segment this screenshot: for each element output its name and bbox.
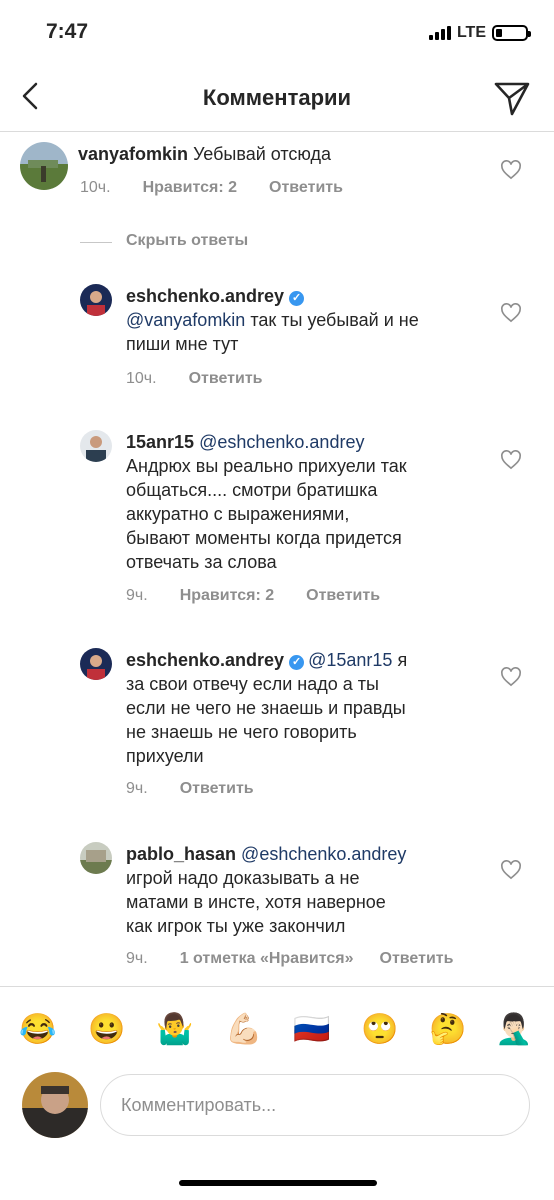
emoji-joy-button[interactable]: 😂 [18,1010,58,1050]
comment-time: 9ч. [126,950,148,967]
comment-body: так ты уебывай и не [250,310,419,330]
comment-body: не знаешь не чего говорить [126,722,357,742]
comment-body: прихуели [126,746,204,766]
emoji-thinking-button[interactable]: 🤔 [428,1010,468,1050]
avatar-image [80,430,112,462]
comment-username[interactable]: 15anr15 [126,432,194,452]
emoji-russia-flag-button[interactable]: 🇷🇺 [292,1010,332,1050]
avatar[interactable] [20,142,68,190]
comment-meta: 9ч. 1 отметка «Нравится» Ответить [126,950,485,968]
heart-icon [501,303,521,323]
emoji-eye-roll-button[interactable]: 🙄 [360,1010,400,1050]
avatar[interactable] [80,842,112,874]
comment-text: 15anr15 @eshchenko.andrey Андрюх вы реал… [126,430,496,574]
mention-link[interactable]: @eshchenko.andrey [241,844,406,864]
heart-icon [501,450,521,470]
home-indicator [179,1180,377,1186]
mention-link[interactable]: @15anr15 [308,650,392,670]
current-user-avatar [22,1072,88,1138]
paper-plane-icon [494,82,530,116]
comment-body: матами в инсте, хотя наверное [126,892,386,912]
comment-body: игрой надо доказывать а не [126,868,360,888]
comment-time: 10ч. [80,179,111,196]
comment-text: vanyafomkin Уебывай отсюда [78,142,478,166]
reply-button[interactable]: Ответить [380,950,454,968]
likes-count[interactable]: Нравится: 2 [180,587,274,605]
emoji-divider [0,986,554,987]
comment-body: за свои отвечу если надо а ты [126,674,379,694]
comment-body: если не чего не знаешь и правды [126,698,406,718]
comment-body: Андрюх вы реально прихуели так [126,456,407,476]
avatar[interactable] [80,430,112,462]
avatar-image [20,142,68,190]
avatar-image [80,842,112,874]
comment-body: я [397,650,408,670]
avatar-image [22,1072,88,1138]
like-button[interactable] [500,450,522,470]
reply-button[interactable]: Ответить [306,587,380,605]
likes-count[interactable]: Нравится: 2 [143,179,237,197]
comment-text: eshchenko.andrey ✓ @vanyafomkin так ты у… [126,284,486,356]
comment-text: eshchenko.andrey ✓ @15anr15 я за свои отв… [126,648,496,768]
comment-body: как игрок ты уже закончил [126,916,346,936]
comment-meta: 10ч. Нравится: 2 Ответить [80,179,375,197]
avatar[interactable] [80,284,112,316]
like-button[interactable] [500,160,522,180]
emoji-facepalm-button[interactable]: 🤦🏻‍♂️ [494,1010,534,1050]
battery-icon [492,25,531,41]
avatar-image [80,284,112,316]
heart-icon [501,667,521,687]
status-indicators: LTE [428,24,531,42]
nav-divider [0,131,554,132]
likes-count[interactable]: 1 отметка «Нравится» [180,950,354,968]
reply-button[interactable]: Ответить [189,370,263,388]
comment-time: 9ч. [126,780,148,797]
verified-badge-icon: ✓ [289,655,305,670]
comment-body: отвечать за слова [126,552,277,572]
mention-link[interactable]: @eshchenko.andrey [199,432,364,452]
heart-icon [501,860,521,880]
comment-body: общаться.... смотри братишка [126,480,378,500]
signal-icon [428,26,451,40]
heart-icon [501,160,521,180]
emoji-shrug-button[interactable]: 🤷‍♂️ [155,1010,195,1050]
hide-replies-line [80,242,112,243]
comment-time: 9ч. [126,587,148,604]
avatar-image [80,648,112,680]
hide-replies-button[interactable]: Скрыть ответы [126,232,248,250]
comment-username[interactable]: pablo_hasan [126,844,236,864]
like-button[interactable] [500,303,522,323]
comment-input[interactable] [100,1074,530,1136]
comment-body: пиши мне тут [126,334,239,354]
comment-username[interactable]: eshchenko.andrey [126,286,284,306]
page-title: Комментарии [202,85,352,110]
comment-body: Уебывай отсюда [193,144,332,164]
direct-send-button[interactable] [492,78,532,118]
comment-body: аккуратно с выражениями, [126,504,350,524]
status-time: 7:47 [46,20,89,43]
comment-meta: 9ч. Ответить [126,780,286,798]
emoji-grin-button[interactable]: 😀 [87,1010,127,1050]
comment-body: бывают моменты когда придется [126,528,402,548]
avatar[interactable] [80,648,112,680]
network-label: LTE [456,24,486,41]
mention-link[interactable]: @vanyafomkin [126,310,245,330]
comment-meta: 10ч. Ответить [126,370,295,388]
like-button[interactable] [500,860,522,880]
emoji-muscle-button[interactable]: 💪🏻 [224,1010,264,1050]
comment-text: pablo_hasan @eshchenko.andrey игрой надо… [126,842,496,938]
comment-time: 10ч. [126,370,157,387]
reply-button[interactable]: Ответить [180,780,254,798]
reply-button[interactable]: Ответить [269,179,343,197]
like-button[interactable] [500,667,522,687]
comment-username[interactable]: eshchenko.andrey [126,650,284,670]
comment-meta: 9ч. Нравится: 2 Ответить [126,587,412,605]
comment-username[interactable]: vanyafomkin [78,144,188,164]
verified-badge-icon: ✓ [289,291,305,306]
